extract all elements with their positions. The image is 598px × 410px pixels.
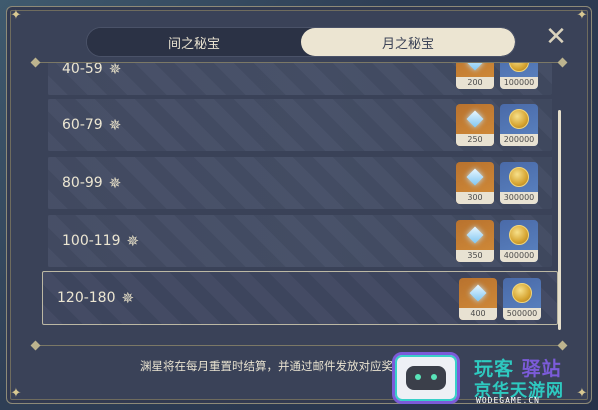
reward-row-selected[interactable]: 120-180 ✵ 400 500000 (42, 271, 558, 325)
primogem-reward[interactable]: 300 (456, 162, 494, 204)
tab-bar: 间之秘宝 月之秘宝 (86, 27, 516, 57)
reward-list[interactable]: 40-59 ✵ 200 100000 60-79 ✵ 250 200000 80… (42, 63, 562, 345)
primogem-reward[interactable]: 200 (456, 63, 494, 89)
abyss-star-icon: ✵ (121, 288, 135, 307)
reward-row[interactable]: 100-119 ✵ 350 400000 (48, 215, 552, 267)
reward-quantity: 200 (456, 77, 494, 89)
floor-range: 60-79 (62, 117, 103, 133)
mora-reward[interactable]: 100000 (500, 63, 538, 89)
primogem-icon (470, 285, 486, 301)
floor-range: 40-59 (62, 63, 103, 77)
reward-quantity: 400 (459, 308, 497, 320)
reward-quantity: 350 (456, 250, 494, 262)
mora-coin-icon (509, 167, 529, 187)
close-icon[interactable]: ✕ (544, 24, 568, 50)
watermark-line3: WODEGAME.CN (476, 396, 540, 405)
divider (38, 345, 562, 346)
primogem-reward[interactable]: 350 (456, 220, 494, 262)
row-label: 40-59 ✵ (62, 63, 121, 95)
abyss-star-icon: ✵ (126, 231, 140, 250)
abyss-star-icon: ✵ (108, 63, 122, 78)
row-label: 80-99 ✵ (62, 157, 121, 209)
corner-ornament-icon: ✦ (10, 8, 22, 23)
primogem-icon (467, 169, 483, 185)
mora-reward[interactable]: 300000 (500, 162, 538, 204)
row-label: 120-180 ✵ (57, 272, 134, 324)
primogem-reward[interactable]: 400 (459, 278, 497, 320)
watermark-robot-logo (392, 352, 460, 404)
corner-ornament-icon: ✦ (576, 8, 588, 23)
floor-range: 100-119 (62, 233, 121, 249)
reward-row[interactable]: 40-59 ✵ 200 100000 (48, 63, 552, 95)
primogem-reward[interactable]: 250 (456, 104, 494, 146)
tab-moon-treasure[interactable]: 月之秘宝 (301, 28, 515, 56)
row-label: 60-79 ✵ (62, 99, 121, 151)
reward-row[interactable]: 80-99 ✵ 300 300000 (48, 157, 552, 209)
abyss-star-icon: ✵ (108, 115, 122, 134)
reward-quantity: 300 (456, 192, 494, 204)
floor-range: 120-180 (57, 290, 116, 306)
abyss-star-icon: ✵ (108, 173, 122, 192)
mora-reward[interactable]: 400000 (500, 220, 538, 262)
reward-quantity: 300000 (500, 192, 538, 204)
watermark-logo: 玩客 驿站 京华天游网 WODEGAME.CN (470, 352, 594, 408)
mora-coin-icon (509, 225, 529, 245)
reward-quantity: 200000 (500, 134, 538, 146)
primogem-icon (467, 63, 483, 70)
floor-range: 80-99 (62, 175, 103, 191)
tab-spiral-treasure[interactable]: 间之秘宝 (87, 28, 301, 56)
reward-row[interactable]: 60-79 ✵ 250 200000 (48, 99, 552, 151)
mora-reward[interactable]: 500000 (503, 278, 541, 320)
reward-quantity: 100000 (500, 77, 538, 89)
reward-quantity: 400000 (500, 250, 538, 262)
mora-reward[interactable]: 200000 (500, 104, 538, 146)
primogem-icon (467, 227, 483, 243)
mora-coin-icon (509, 109, 529, 129)
scrollbar[interactable] (558, 110, 561, 330)
mora-coin-icon (509, 63, 529, 72)
mora-coin-icon (512, 283, 532, 303)
row-label: 100-119 ✵ (62, 215, 139, 267)
reward-quantity: 250 (456, 134, 494, 146)
reward-quantity: 500000 (503, 308, 541, 320)
corner-ornament-icon: ✦ (10, 386, 22, 401)
primogem-icon (467, 111, 483, 127)
